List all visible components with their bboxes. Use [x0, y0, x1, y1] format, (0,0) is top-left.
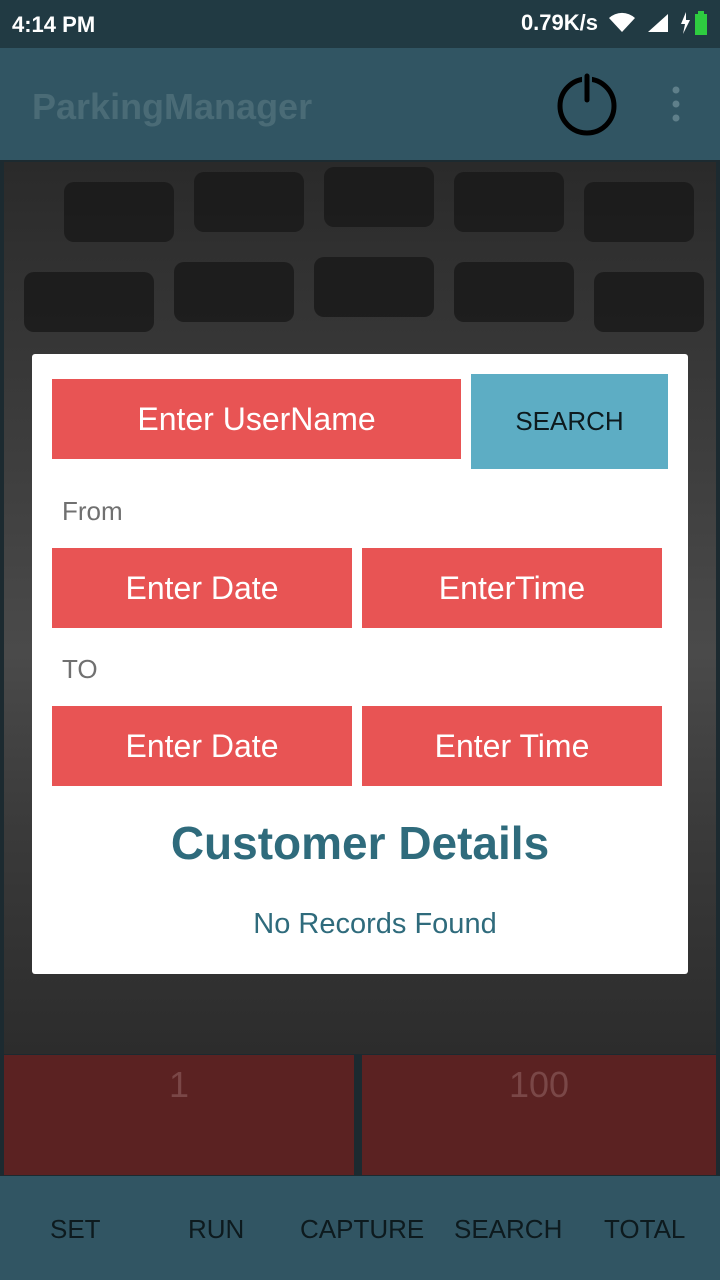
nav-total[interactable]: TOTAL [604, 1214, 685, 1245]
to-time-placeholder: Enter Time [434, 727, 590, 764]
to-label: TO [62, 654, 98, 684]
signal-icon [648, 14, 668, 32]
overflow-menu-icon[interactable] [666, 84, 686, 124]
stat-value-left: 1 [168, 1064, 190, 1105]
status-bar: 4:14 PM 0.79K/s [0, 0, 720, 48]
nav-search[interactable]: SEARCH [454, 1214, 562, 1245]
search-button[interactable]: SEARCH [471, 374, 668, 469]
network-speed: 0.79K/s [520, 10, 598, 35]
battery-charging-icon [681, 11, 707, 35]
from-date-field[interactable]: Enter Date [52, 548, 352, 628]
customer-details-title: Customer Details [170, 817, 550, 869]
stat-box-right: 100 [362, 1055, 716, 1175]
to-date-field[interactable]: Enter Date [52, 706, 352, 786]
status-indicators: 0.79K/s [521, 10, 710, 36]
nav-capture[interactable]: CAPTURE [300, 1214, 424, 1245]
status-time: 4:14 PM [12, 12, 96, 37]
search-button-label: SEARCH [515, 406, 624, 436]
username-field[interactable]: Enter UserName [52, 379, 461, 459]
stat-box-left: 1 [4, 1055, 354, 1175]
power-icon[interactable] [554, 70, 620, 136]
bottom-nav: SET RUN CAPTURE SEARCH TOTAL [0, 1176, 720, 1280]
search-dialog: Enter UserName SEARCH From Enter Date En… [32, 354, 688, 974]
wifi-icon [609, 12, 635, 32]
from-date-placeholder: Enter Date [125, 569, 279, 606]
to-date-placeholder: Enter Date [125, 727, 279, 764]
from-time-field[interactable]: EnterTime [362, 548, 662, 628]
app-title: ParkingManager [32, 86, 313, 127]
no-records-text: No Records Found [253, 908, 497, 940]
from-time-placeholder: EnterTime [438, 569, 586, 606]
username-placeholder: Enter UserName [137, 400, 376, 437]
from-label: From [62, 496, 123, 526]
nav-run[interactable]: RUN [188, 1214, 244, 1245]
to-time-field[interactable]: Enter Time [362, 706, 662, 786]
stat-value-right: 100 [508, 1064, 570, 1105]
nav-set[interactable]: SET [50, 1214, 101, 1245]
